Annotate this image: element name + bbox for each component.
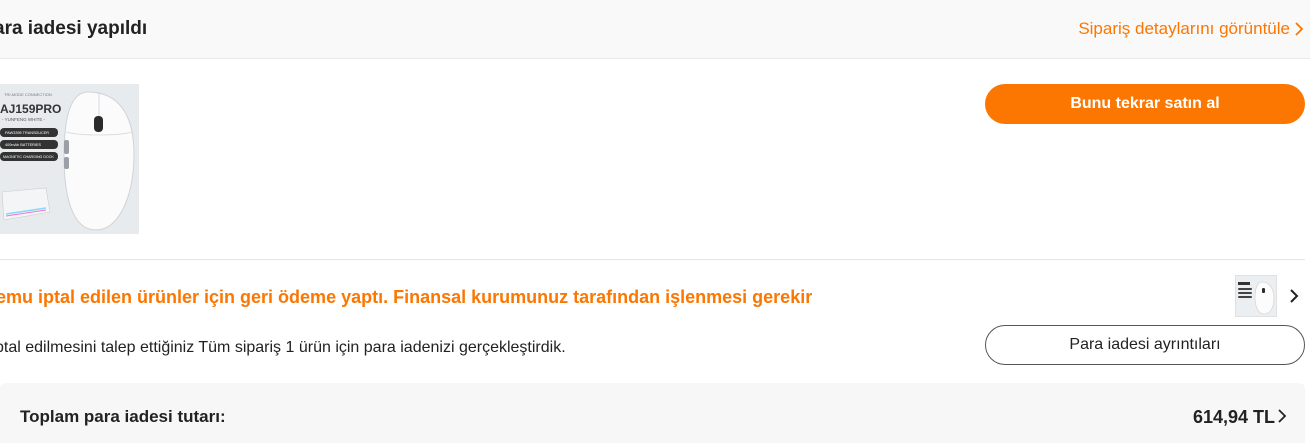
- view-order-details-label: Sipariş detaylarını görüntüle: [1078, 19, 1290, 38]
- buy-again-button[interactable]: Bunu tekrar satın al: [985, 84, 1305, 124]
- refund-details-button[interactable]: Para iadesi ayrıntıları: [985, 325, 1305, 365]
- view-order-details-link[interactable]: Sipariş detaylarını görüntüle: [1078, 19, 1304, 39]
- chevron-right-icon: [1295, 22, 1304, 36]
- refund-total-panel[interactable]: Toplam para iadesi tutarı: 614,94 TL: [0, 383, 1305, 443]
- product-image-color-text: - YUNFENG WHITE -: [2, 117, 46, 122]
- order-status-title: ara iadesi yapıldı: [0, 18, 148, 39]
- product-image[interactable]: TRI-MODE CONNECTION AJ159PRO - YUNFENG W…: [0, 84, 139, 234]
- order-header: ara iadesi yapıldı Sipariş detaylarını g…: [0, 0, 1310, 59]
- refund-description: ptal edilmesini talep ettiğiniz Tüm sipa…: [0, 339, 566, 356]
- refund-total-amount[interactable]: 614,94 TL: [1193, 407, 1275, 428]
- wireless-mouse-image: TRI-MODE CONNECTION AJ159PRO - YUNFENG W…: [0, 84, 139, 234]
- product-image-feature-3: MAGNETIC CHARGING DOCK: [3, 155, 54, 159]
- product-image-feature-2: 400mAh BATTERIES: [5, 143, 41, 147]
- product-image-model-text: AJ159PRO: [0, 102, 61, 116]
- mouse-thumbnail-image: [1236, 276, 1276, 316]
- product-image-connection-text: TRI-MODE CONNECTION: [4, 92, 52, 97]
- refund-total-label: Toplam para iadesi tutarı:: [20, 407, 226, 426]
- chevron-right-icon[interactable]: [1288, 287, 1300, 305]
- chevron-right-icon: [1278, 409, 1287, 423]
- refund-product-thumbnail[interactable]: [1235, 275, 1277, 317]
- refund-headline: emu iptal edilen ürünler için geri ödeme…: [0, 287, 813, 307]
- product-image-feature-1: PAW3395 TRANSDUCER: [5, 131, 49, 135]
- section-divider: [0, 259, 1305, 260]
